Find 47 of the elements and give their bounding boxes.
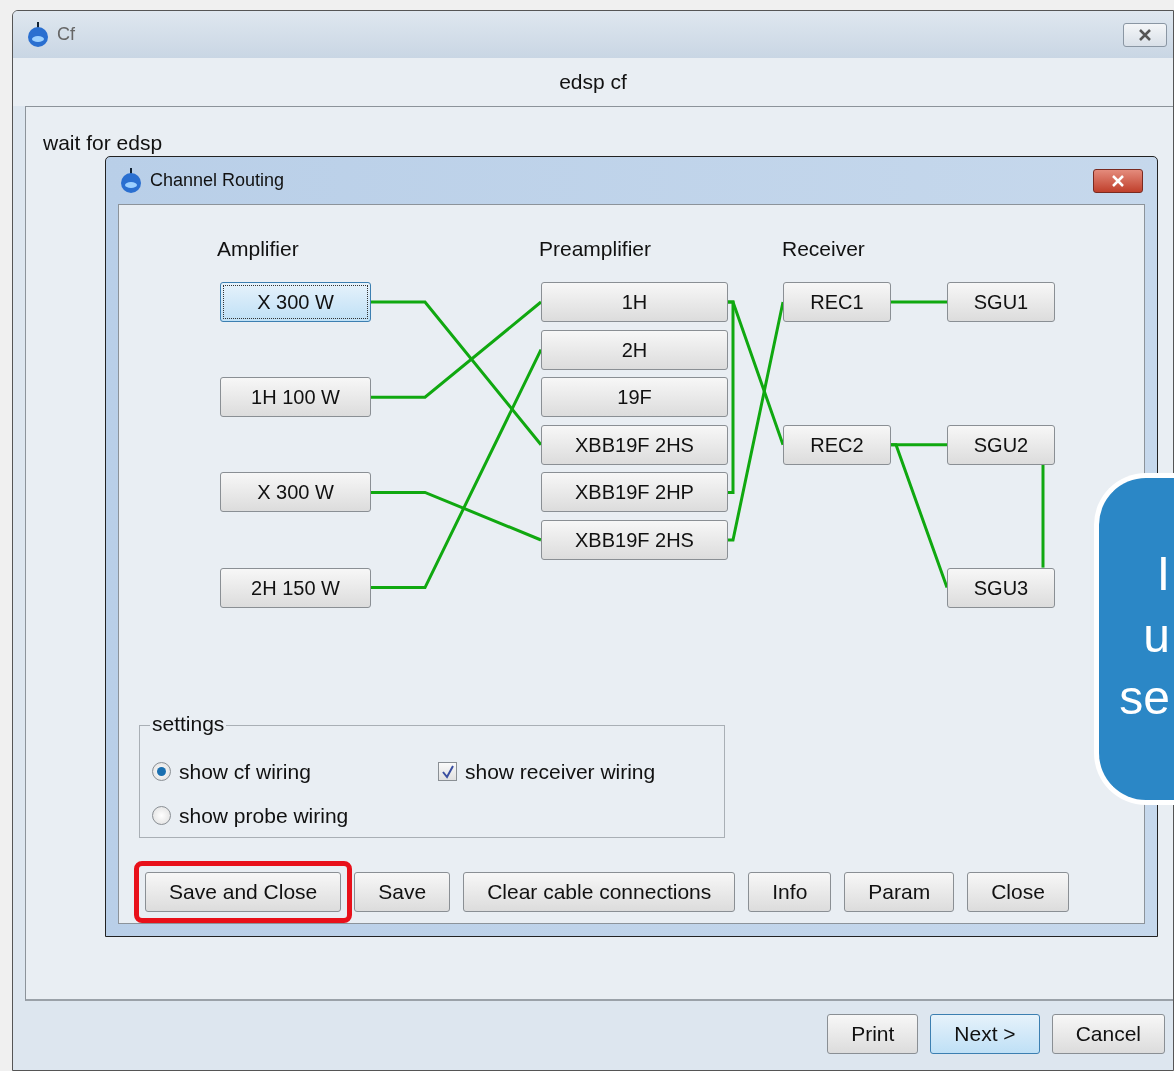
preamplifier-button[interactable]: 19F bbox=[541, 377, 728, 418]
close-button[interactable] bbox=[1093, 168, 1143, 193]
dialog-button[interactable]: Param bbox=[844, 872, 955, 912]
preamplifier-button[interactable]: 2H bbox=[541, 329, 728, 370]
footer-button[interactable]: Next > bbox=[930, 1014, 1040, 1054]
preamplifier-button[interactable]: XBB19F 2HS bbox=[541, 520, 728, 560]
column-label: Amplifier bbox=[217, 236, 299, 262]
window-title: Cf bbox=[57, 23, 75, 46]
amplifier-button[interactable]: X 300 W bbox=[220, 472, 371, 513]
callout-text: u bbox=[1142, 608, 1171, 664]
preamplifier-button[interactable]: 1H bbox=[541, 282, 728, 322]
footer-button[interactable]: Print bbox=[827, 1014, 919, 1054]
checkbox[interactable] bbox=[438, 762, 457, 782]
receiver-button[interactable]: REC1 bbox=[783, 282, 891, 322]
dialog-button[interactable]: Save bbox=[354, 872, 451, 912]
radio-button[interactable] bbox=[152, 762, 171, 782]
cable-line bbox=[891, 300, 947, 304]
sgu-button[interactable]: SGU1 bbox=[947, 282, 1055, 322]
dialog-button[interactable]: Info bbox=[748, 872, 832, 912]
app-globe-icon bbox=[27, 21, 49, 48]
preamplifier-button[interactable]: XBB19F 2HS bbox=[541, 424, 728, 465]
callout-text: I bbox=[1155, 546, 1171, 602]
sgu-button[interactable]: SGU2 bbox=[947, 424, 1055, 465]
radio-button[interactable] bbox=[152, 806, 171, 826]
footer-button[interactable]: Cancel bbox=[1051, 1014, 1165, 1054]
receiver-button[interactable]: REC2 bbox=[783, 424, 891, 465]
amplifier-button[interactable]: 2H 150 W bbox=[220, 567, 371, 608]
preamplifier-button[interactable]: XBB19F 2HP bbox=[541, 472, 728, 513]
app-globe-icon bbox=[120, 167, 142, 194]
amplifier-button[interactable]: 1H 100 W bbox=[220, 377, 371, 418]
close-icon bbox=[1137, 28, 1153, 41]
callout-text: se bbox=[1118, 670, 1171, 726]
dialog-title: Channel Routing bbox=[150, 169, 285, 192]
close-icon bbox=[1110, 174, 1126, 187]
radio-option[interactable]: show cf wiring bbox=[152, 756, 311, 788]
dialog-button[interactable]: Save and Close bbox=[145, 872, 342, 912]
radio-option[interactable]: show probe wiring bbox=[152, 800, 349, 832]
dialog-button[interactable]: Close bbox=[967, 872, 1069, 912]
checkbox-option[interactable]: show receiver wiring bbox=[438, 756, 656, 788]
wizard-header: edsp cf bbox=[559, 69, 627, 96]
column-label: Receiver bbox=[782, 236, 865, 262]
dialog-button[interactable]: Clear cable connections bbox=[463, 872, 736, 912]
close-button[interactable] bbox=[1123, 22, 1167, 47]
column-label: Preamplifier bbox=[539, 236, 652, 262]
amplifier-button[interactable]: X 300 W bbox=[220, 282, 371, 322]
status-text: wait for edsp bbox=[43, 130, 163, 156]
sgu-button[interactable]: SGU3 bbox=[947, 567, 1055, 608]
